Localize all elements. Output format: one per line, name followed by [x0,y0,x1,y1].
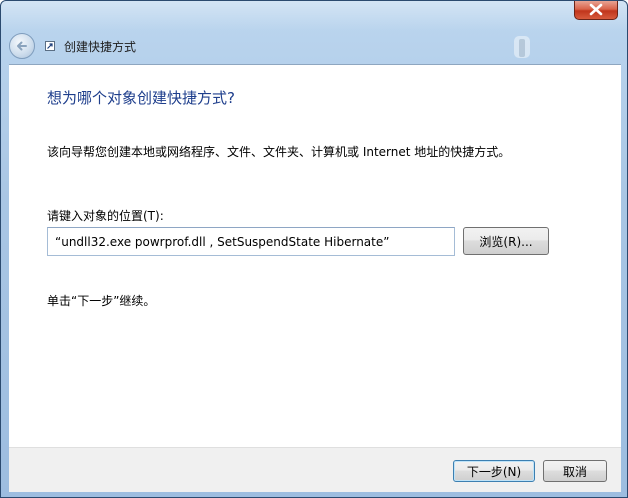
close-icon [589,3,603,16]
shortcut-arrow-icon [45,41,55,51]
cancel-button[interactable]: 取消 [543,460,607,482]
location-input[interactable] [47,227,455,256]
continue-hint: 单击“下一步”继续。 [47,294,156,308]
next-button[interactable]: 下一步(N) [453,460,535,482]
wizard-content: 想为哪个对象创建快捷方式? 该向导帮您创建本地或网络程序、文件、文件夹、计算机或… [9,64,621,447]
background-reflection [514,36,530,58]
dialog-window: 创建快捷方式 想为哪个对象创建快捷方式? 该向导帮您创建本地或网络程序、文件、文… [0,0,628,498]
location-label: 请键入对象的位置(T): [47,209,164,223]
back-arrow-icon [17,41,27,51]
wizard-nav: 创建快捷方式 [9,33,136,59]
title-bar-glass [1,1,627,31]
close-button[interactable] [574,1,618,20]
browse-button[interactable]: 浏览(R)... [463,227,549,255]
page-description: 该向导帮您创建本地或网络程序、文件、文件夹、计算机或 Internet 地址的快… [47,145,511,159]
title-bar[interactable]: 创建快捷方式 [1,1,627,63]
page-heading: 想为哪个对象创建快捷方式? [47,89,235,107]
button-bar: 下一步(N) 取消 [9,447,621,492]
back-button[interactable] [9,33,35,59]
window-title: 创建快捷方式 [64,39,137,54]
